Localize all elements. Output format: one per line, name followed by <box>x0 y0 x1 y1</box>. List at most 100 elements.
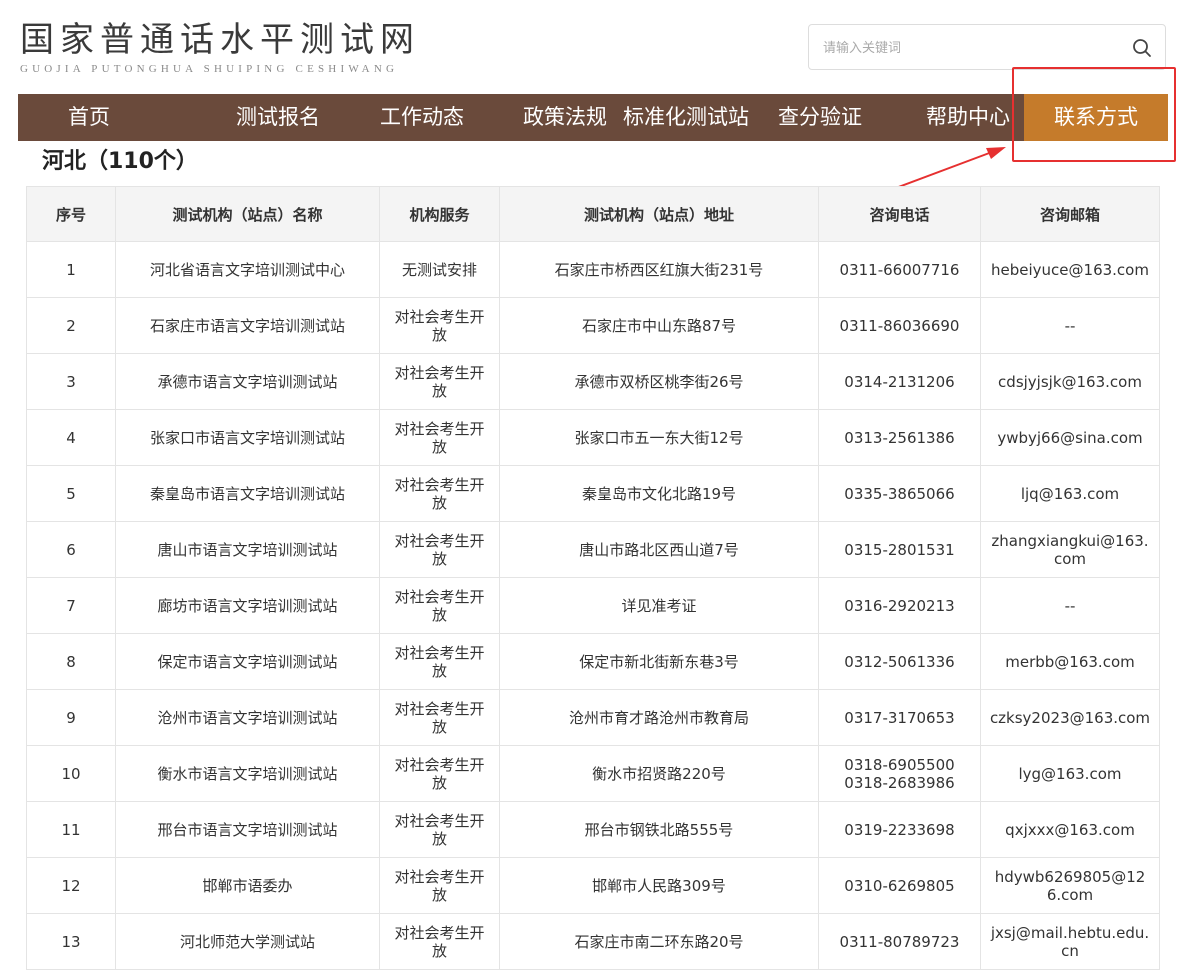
service-status: 对社会考生开放 <box>379 745 500 802</box>
contact-phone: 0314-2131206 <box>818 353 981 410</box>
contact-phone: 0311-66007716 <box>818 241 981 298</box>
station-name: 保定市语言文字培训测试站 <box>115 633 380 690</box>
contact-phone: 0319-2233698 <box>818 801 981 858</box>
row-index: 3 <box>26 353 116 410</box>
contact-phone: 0335-3865066 <box>818 465 981 522</box>
station-address: 邢台市钢铁北路555号 <box>499 801 819 858</box>
station-address: 石家庄市南二环东路20号 <box>499 913 819 970</box>
row-index: 5 <box>26 465 116 522</box>
contact-phone: 0317-3170653 <box>818 689 981 746</box>
row-index: 11 <box>26 801 116 858</box>
table-row: 3 承德市语言文字培训测试站 对社会考生开放 承德市双桥区桃李街26号 0314-213… <box>26 353 1160 410</box>
row-index: 7 <box>26 577 116 634</box>
station-name: 石家庄市语言文字培训测试站 <box>115 297 380 354</box>
station-address: 沧州市育才路沧州市教育局 <box>499 689 819 746</box>
table-row: 11 邢台市语言文字培训测试站 对社会考生开放 邢台市钢铁北路555号 0319-223… <box>26 801 1160 858</box>
table-row: 10 衡水市语言文字培训测试站 对社会考生开放 衡水市招贤路220号 0318-6905… <box>26 745 1160 802</box>
table-header-row: 序号 测试机构（站点）名称 机构服务 测试机构（站点）地址 咨询电话 咨询邮箱 <box>26 186 1160 242</box>
station-address: 石家庄市桥西区红旗大街231号 <box>499 241 819 298</box>
header-col-phone: 咨询电话 <box>818 186 981 242</box>
station-name: 沧州市语言文字培训测试站 <box>115 689 380 746</box>
contact-email: hdywb6269805@126.com <box>980 857 1160 914</box>
service-status: 对社会考生开放 <box>379 801 500 858</box>
station-name: 河北师范大学测试站 <box>115 913 380 970</box>
header-col-index: 序号 <box>26 186 116 242</box>
service-status: 对社会考生开放 <box>379 353 500 410</box>
header-col-email: 咨询邮箱 <box>980 186 1160 242</box>
row-index: 2 <box>26 297 116 354</box>
search-box <box>808 24 1166 70</box>
contact-email: hebeiyuce@163.com <box>980 241 1160 298</box>
table-row: 1 河北省语言文字培训测试中心 无测试安排 石家庄市桥西区红旗大街231号 0311-6… <box>26 241 1160 298</box>
station-address: 详见准考证 <box>499 577 819 634</box>
service-status: 对社会考生开放 <box>379 409 500 466</box>
station-name: 张家口市语言文字培训测试站 <box>115 409 380 466</box>
service-status: 无测试安排 <box>379 241 500 298</box>
contact-phone: 0312-5061336 <box>818 633 981 690</box>
contact-email: -- <box>980 577 1160 634</box>
row-index: 12 <box>26 857 116 914</box>
service-status: 对社会考生开放 <box>379 577 500 634</box>
station-name: 廊坊市语言文字培训测试站 <box>115 577 380 634</box>
search-icon[interactable] <box>1131 37 1153 59</box>
region-title: 河北（110个） <box>42 149 198 174</box>
contact-phone: 0318-6905500 0318-2683986 <box>818 745 981 802</box>
contact-email: zhangxiangkui@163.com <box>980 521 1160 578</box>
logo-pinyin: GUOJIA PUTONGHUA SHUIPING CESHIWANG <box>20 63 399 75</box>
service-status: 对社会考生开放 <box>379 633 500 690</box>
contact-phone: 0310-6269805 <box>818 857 981 914</box>
contact-email: lyg@163.com <box>980 745 1160 802</box>
table-row: 9 沧州市语言文字培训测试站 对社会考生开放 沧州市育才路沧州市教育局 0317-317… <box>26 689 1160 746</box>
row-index: 13 <box>26 913 116 970</box>
row-index: 1 <box>26 241 116 298</box>
station-name: 河北省语言文字培训测试中心 <box>115 241 380 298</box>
table-row: 6 唐山市语言文字培训测试站 对社会考生开放 唐山市路北区西山道7号 0315-2801… <box>26 521 1160 578</box>
header-col-service: 机构服务 <box>379 186 500 242</box>
contact-email: ywbyj66@sina.com <box>980 409 1160 466</box>
contact-email: ljq@163.com <box>980 465 1160 522</box>
site-logo[interactable]: 国家普通话水平测试网 GUOJIA PUTONGHUA SHUIPING CES… <box>20 20 420 75</box>
contact-email: merbb@163.com <box>980 633 1160 690</box>
table-row: 4 张家口市语言文字培训测试站 对社会考生开放 张家口市五一东大街12号 0313-25… <box>26 409 1160 466</box>
nav-item-home[interactable]: 首页 <box>44 94 134 141</box>
table-row: 7 廊坊市语言文字培训测试站 对社会考生开放 详见准考证 0316-2920213 -- <box>26 577 1160 634</box>
station-address: 保定市新北街新东巷3号 <box>499 633 819 690</box>
service-status: 对社会考生开放 <box>379 521 500 578</box>
service-status: 对社会考生开放 <box>379 913 500 970</box>
row-index: 9 <box>26 689 116 746</box>
contact-email: qxjxxx@163.com <box>980 801 1160 858</box>
table-row: 5 秦皇岛市语言文字培训测试站 对社会考生开放 秦皇岛市文化北路19号 0335-386… <box>26 465 1160 522</box>
contact-email: jxsj@mail.hebtu.edu.cn <box>980 913 1160 970</box>
header-col-name: 测试机构（站点）名称 <box>115 186 380 242</box>
contact-email: -- <box>980 297 1160 354</box>
contact-phone: 0313-2561386 <box>818 409 981 466</box>
service-status: 对社会考生开放 <box>379 689 500 746</box>
annotation-highlight-box <box>1012 67 1176 162</box>
search-input[interactable] <box>821 35 1115 61</box>
station-name: 秦皇岛市语言文字培训测试站 <box>115 465 380 522</box>
row-index: 10 <box>26 745 116 802</box>
contact-phone: 0311-80789723 <box>818 913 981 970</box>
nav-item-score-check[interactable]: 查分验证 <box>742 94 898 141</box>
contact-email: cdsjyjsjk@163.com <box>980 353 1160 410</box>
contact-phone: 0316-2920213 <box>818 577 981 634</box>
station-name: 唐山市语言文字培训测试站 <box>115 521 380 578</box>
table-row: 12 邯郸市语委办 对社会考生开放 邯郸市人民路309号 0310-6269805 hdy… <box>26 857 1160 914</box>
station-address: 邯郸市人民路309号 <box>499 857 819 914</box>
table-row: 2 石家庄市语言文字培训测试站 对社会考生开放 石家庄市中山东路87号 0311-860… <box>26 297 1160 354</box>
station-address: 衡水市招贤路220号 <box>499 745 819 802</box>
contact-phone: 0315-2801531 <box>818 521 981 578</box>
row-index: 8 <box>26 633 116 690</box>
table-row: 13 河北师范大学测试站 对社会考生开放 石家庄市南二环东路20号 0311-80789… <box>26 913 1160 970</box>
header-col-address: 测试机构（站点）地址 <box>499 186 819 242</box>
contact-phone: 0311-86036690 <box>818 297 981 354</box>
main-nav: 首页 测试报名 工作动态 政策法规 标准化测试站 查分验证 帮助中心 联系方式 <box>18 94 1168 141</box>
station-name: 邢台市语言文字培训测试站 <box>115 801 380 858</box>
station-address: 张家口市五一东大街12号 <box>499 409 819 466</box>
row-index: 6 <box>26 521 116 578</box>
service-status: 对社会考生开放 <box>379 297 500 354</box>
station-address: 石家庄市中山东路87号 <box>499 297 819 354</box>
station-address: 唐山市路北区西山道7号 <box>499 521 819 578</box>
station-table: 序号 测试机构（站点）名称 机构服务 测试机构（站点）地址 咨询电话 咨询邮箱 1 河北省语… <box>26 186 1160 970</box>
station-name: 承德市语言文字培训测试站 <box>115 353 380 410</box>
